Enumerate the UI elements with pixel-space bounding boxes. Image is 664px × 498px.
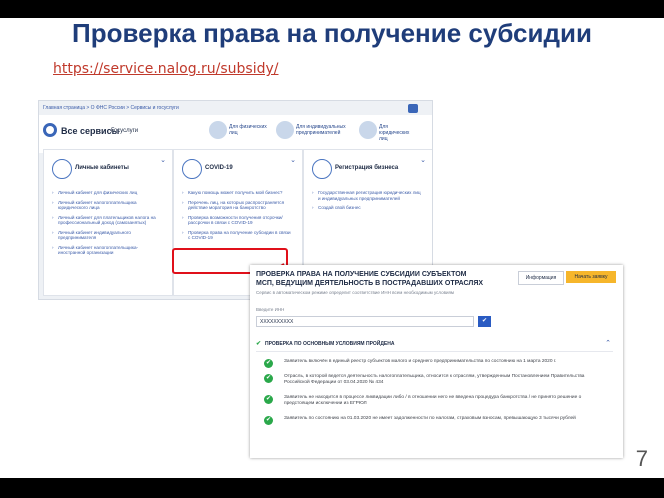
list-item: ✔ Заявитель включён в единый реестр субъе… [264,359,604,368]
person-icon[interactable] [276,121,294,139]
subsidy-screenshot: ПРОВЕРКА ПРАВА НА ПОЛУЧЕНИЕ СУБСИДИИ СУБ… [250,265,623,458]
chevron-down-icon[interactable]: ⌄ [290,156,296,164]
subsidy-url-link[interactable]: https://service.nalog.ru/subsidy/ [53,61,279,77]
list-item: ✔ Заявитель по состоянию на 01.03.2020 не… [264,415,604,425]
person-icon[interactable] [359,121,377,139]
inn-input[interactable]: XXXXXXXXXX [256,316,474,327]
card-title: COVID-19 [205,165,233,171]
check-icon: ✔ [256,341,262,347]
chevron-down-icon[interactable]: ⌄ [160,156,166,164]
page-title: ПРОВЕРКА ПРАВА НА ПОЛУЧЕНИЕ СУБСИДИИ СУБ… [256,271,484,287]
people-icon [52,159,72,179]
condition-text: Заявитель по состоянию на 01.03.2020 не … [284,415,576,421]
list-item: ✔ Заявитель не находится в процессе ликви… [264,394,604,408]
conditions-list: ✔ Заявитель включён в единый реестр субъе… [264,359,604,430]
list-item[interactable]: Создай свой бизнес [312,205,424,211]
check-icon: ✔ [264,373,273,383]
check-icon: ✔ [264,359,273,368]
chevron-down-icon[interactable]: ⌄ [420,156,426,164]
page-number: 7 [635,446,648,471]
list-item[interactable]: Перечень лиц, на которых распространяетс… [182,200,294,211]
tab-gosuslugi[interactable]: Госуслуги [111,128,138,134]
person-icon[interactable] [209,121,227,139]
check-icon: ✔ [264,415,273,425]
check-icon: ✔ [264,394,273,404]
condition-text: Отрасль, в которой ведется деятельность … [284,373,585,386]
list-item[interactable]: Личный кабинет налогоплательщика юридиче… [52,200,164,211]
services-header: Все сервисы Госуслуги Для физических лиц… [39,115,432,153]
list-item[interactable]: Личный кабинет индивидуального предприни… [52,230,164,241]
apply-button[interactable]: Начать заявку [566,271,616,283]
info-button[interactable]: Информация [518,271,564,285]
check-result-title: ПРОВЕРКА ПО ОСНОВНЫМ УСЛОВИЯМ ПРОЙДЕНА [265,341,395,347]
slide-title: Проверка права на получение субсидии [72,18,592,48]
audience-entrepreneurs[interactable]: Для индивидуальных предпринимателей [296,124,348,136]
audience-legal[interactable]: Для юридических лиц [379,124,419,142]
page-subtitle: Сервис в автоматическом режиме определит… [256,290,455,295]
list-item[interactable]: Личный кабинет налогоплательщика-иностра… [52,245,164,256]
list-item[interactable]: Какую помощь может получить мой бизнес? [182,190,294,196]
card-title: Регистрация бизнеса [335,165,399,171]
card-title: Личные кабинеты [75,165,129,171]
list-item: ✔ Отрасль, в которой ведется деятельность… [264,373,604,387]
card-personal-accounts: Личные кабинеты ⌄ Личный кабинет для физ… [43,149,173,296]
gear-icon [43,123,57,137]
list-item[interactable]: Проверка возможности получения отсрочки/… [182,215,294,226]
menu-icon[interactable] [408,104,418,113]
submit-button[interactable]: ✔ [478,316,491,327]
inn-label: Введите ИНН [256,307,285,312]
breadcrumb[interactable]: Главная страница > О ФНС России > Сервис… [43,105,179,111]
list-item[interactable]: Государственная регистрация юридических … [312,190,424,201]
condition-text: Заявитель не находится в процессе ликвид… [284,394,582,407]
chart-icon [182,159,202,179]
audience-individuals[interactable]: Для физических лиц [229,124,271,136]
list-item[interactable]: Личный кабинет для физических лиц [52,190,164,196]
briefcase-icon [312,159,332,179]
chevron-up-icon[interactable]: ⌃ [605,339,611,347]
list-item[interactable]: Личный кабинет для плательщиков налога н… [52,215,164,226]
check-result-header[interactable]: ✔ ПРОВЕРКА ПО ОСНОВНЫМ УСЛОВИЯМ ПРОЙДЕНА… [256,339,613,352]
list-item[interactable]: Проверка права на получение субсидии в с… [182,230,294,241]
condition-text: Заявитель включён в единый реестр субъек… [284,359,557,364]
